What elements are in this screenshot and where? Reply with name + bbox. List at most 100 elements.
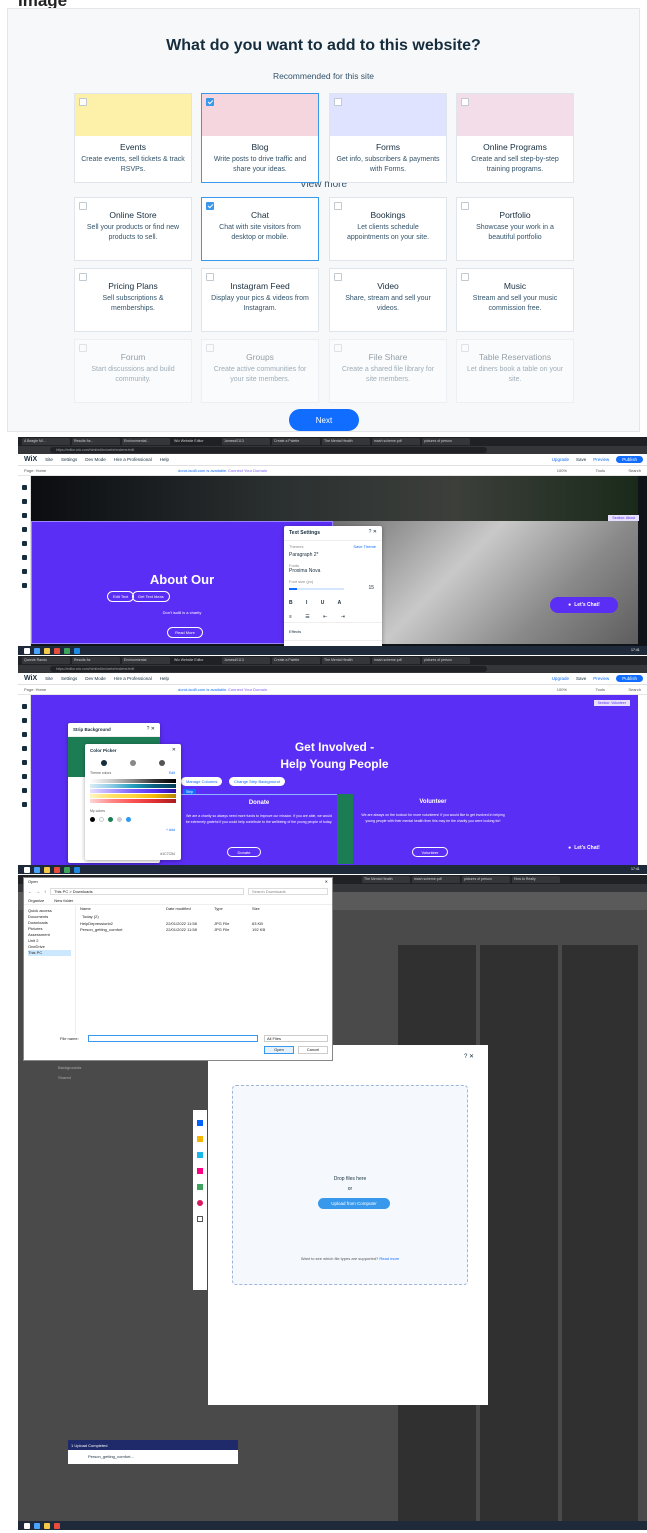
zoom-level[interactable]: 100% — [557, 468, 567, 473]
app-icon[interactable] — [74, 647, 80, 654]
browser-tab[interactable]: Results for — [72, 657, 120, 664]
checkbox[interactable] — [461, 273, 469, 281]
app-card-instagram-feed[interactable]: Instagram Feed Display your pics & videos… — [201, 268, 319, 332]
publish-button[interactable]: Publish — [616, 675, 643, 682]
app-card-video[interactable]: Video Share, stream and sell your videos. — [329, 268, 447, 332]
app-icon[interactable] — [54, 866, 60, 873]
edit-text-button[interactable]: Edit Text — [107, 591, 135, 602]
group-header[interactable]: Today (2) — [82, 914, 99, 919]
get-text-ideas-button[interactable]: Get Text Ideas — [132, 591, 170, 602]
sections-icon[interactable] — [21, 499, 27, 504]
browser-tab[interactable]: pictures of person — [422, 657, 470, 664]
browser-tab[interactable]: Environmental — [122, 657, 170, 664]
app-icon[interactable] — [74, 866, 80, 873]
close-icon[interactable]: ? ✕ — [369, 529, 377, 535]
folder-icon[interactable] — [44, 866, 50, 873]
menu-dev-mode[interactable]: Dev Mode — [85, 676, 106, 681]
business-icon[interactable] — [21, 555, 27, 560]
drop-zone[interactable]: Drop files here or Upload from Computer … — [232, 1085, 468, 1285]
read-more-link[interactable]: Read more — [379, 1256, 399, 1261]
theme-swatches[interactable] — [85, 777, 181, 805]
app-icon[interactable] — [54, 1522, 60, 1529]
browser-tab[interactable]: pictures of person — [422, 438, 470, 445]
publish-button[interactable]: Publish — [616, 456, 643, 463]
browser-tab[interactable]: The Mental Health — [322, 657, 370, 664]
tools-button[interactable]: Tools — [596, 687, 605, 692]
checkbox[interactable] — [461, 98, 469, 106]
browser-tab[interactable]: Wix Website Editor — [172, 657, 220, 664]
checkbox[interactable] — [334, 273, 342, 281]
theme-icon[interactable] — [21, 527, 27, 532]
add-icon[interactable] — [21, 704, 27, 709]
volunteer-button[interactable]: Volunteer — [412, 847, 448, 857]
search-downloads-field[interactable]: Search Downloads — [248, 887, 328, 895]
app-card-forms[interactable]: Forms Get info, subscribers & payments wi… — [329, 93, 447, 183]
browser-tab[interactable]: mash scheme.pdf — [372, 438, 420, 445]
browser-tab[interactable]: Create a Palette — [272, 657, 320, 664]
checkbox[interactable] — [206, 98, 214, 106]
file-name-input[interactable] — [88, 1035, 258, 1042]
app-icon[interactable] — [64, 647, 70, 654]
app-card-blog[interactable]: Blog Write posts to drive traffic and sha… — [201, 93, 319, 183]
color-swatch[interactable] — [99, 817, 104, 822]
checkbox[interactable] — [461, 344, 469, 352]
column-type[interactable]: Type — [214, 906, 252, 914]
open-button[interactable]: Open — [264, 1046, 294, 1054]
page-selector[interactable]: Page: Home — [24, 468, 46, 473]
path-field[interactable]: This PC > Downloads — [50, 887, 244, 895]
app-card-portfolio[interactable]: Portfolio Showcase your work in a beautif… — [456, 197, 574, 261]
business-icon[interactable] — [21, 774, 27, 779]
dropbox-icon[interactable] — [197, 1120, 203, 1126]
organize-button[interactable]: Organize — [28, 898, 44, 903]
new-folder-button[interactable]: New folder — [54, 898, 73, 903]
checkbox[interactable] — [206, 273, 214, 281]
folder-icon[interactable] — [44, 1522, 50, 1529]
upload-from-computer-button[interactable]: Upload from Computer — [318, 1198, 390, 1209]
browser-tab[interactable]: How to Really — [512, 876, 560, 883]
menu-settings[interactable]: Settings — [61, 676, 77, 681]
browser-tab[interactable]: The Mental Health — [362, 876, 410, 883]
app-card-online-programs[interactable]: Online Programs Create and sell step-by-s… — [456, 93, 574, 183]
media-icon[interactable] — [21, 788, 27, 793]
solid-color-icon[interactable] — [101, 760, 108, 766]
add-color-link[interactable]: + Add — [166, 828, 175, 832]
effects-section[interactable]: Effects — [284, 622, 382, 640]
link-icon[interactable] — [197, 1216, 203, 1222]
browser-tab[interactable]: Create a Palette — [272, 438, 320, 445]
checkbox[interactable] — [334, 98, 342, 106]
close-icon[interactable]: ✕ — [325, 879, 328, 884]
color-swatch[interactable] — [126, 817, 131, 822]
save-button[interactable]: Save — [576, 457, 586, 462]
folder-icon[interactable] — [44, 647, 50, 654]
color-swatch[interactable] — [90, 817, 95, 822]
checkbox[interactable] — [79, 273, 87, 281]
page-selector[interactable]: Page: Home — [24, 687, 46, 692]
close-icon[interactable]: ? ✕ — [147, 726, 155, 732]
tools-button[interactable]: Tools — [596, 468, 605, 473]
cancel-button[interactable]: Cancel — [298, 1046, 328, 1054]
save-button[interactable]: Save — [576, 676, 586, 681]
column-size[interactable]: Size — [252, 906, 282, 914]
color-swatch[interactable] — [108, 817, 113, 822]
preview-button[interactable]: Preview — [593, 457, 609, 462]
edit-colors-link[interactable]: Edit — [169, 771, 175, 775]
url-field[interactable]: https://editor.wix.com/html/editor/web/r… — [50, 447, 487, 453]
app-card-groups[interactable]: Groups Create active communities for your… — [201, 339, 319, 403]
checkbox[interactable] — [461, 202, 469, 210]
media-icon[interactable] — [21, 569, 27, 574]
upgrade-link[interactable]: Upgrade — [552, 457, 569, 462]
flickr-icon[interactable] — [197, 1168, 203, 1174]
close-icon[interactable]: ? ✕ — [464, 1053, 474, 1060]
checkbox[interactable] — [79, 344, 87, 352]
app-card-chat[interactable]: Chat Chat with site visitors from desktop… — [201, 197, 319, 261]
browser-tab[interactable]: mash scheme.pdf — [372, 657, 420, 664]
apps-icon[interactable] — [21, 760, 27, 765]
app-card-music[interactable]: Music Stream and sell your music commissi… — [456, 268, 574, 332]
menu-settings[interactable]: Settings — [61, 457, 77, 462]
menu-dev-mode[interactable]: Dev Mode — [85, 457, 106, 462]
browser-tab[interactable]: Environmental... — [122, 438, 170, 445]
file-row[interactable]: Person_getting_comfort 22/01/2022 11:58 JP… — [80, 927, 332, 933]
up-icon[interactable]: ↑ — [44, 889, 46, 894]
menu-hire[interactable]: Hire a Professional — [114, 457, 152, 462]
cms-icon[interactable] — [21, 802, 27, 807]
